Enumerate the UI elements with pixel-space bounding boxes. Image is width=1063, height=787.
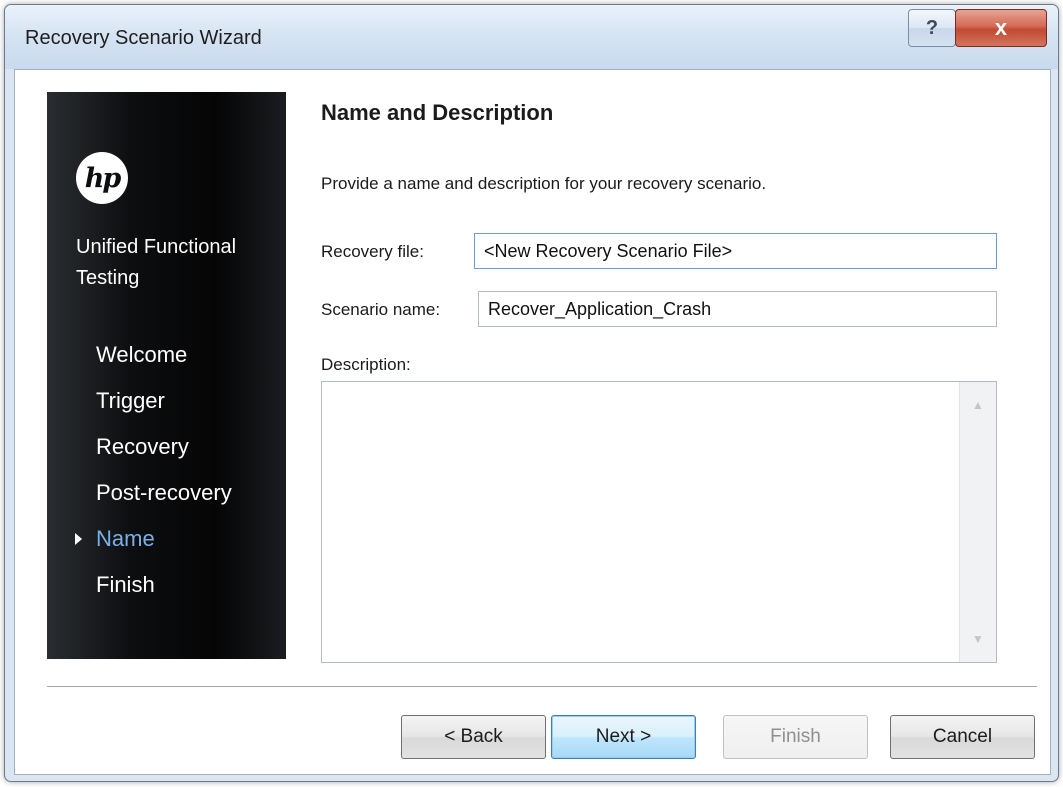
step-label: Recovery [96,434,189,459]
step-trigger: Trigger [47,378,286,424]
step-name: Name [47,516,286,562]
scroll-down-arrow-icon[interactable]: ▼ [972,632,984,646]
back-button[interactable]: < Back [401,715,546,759]
next-button[interactable]: Next > [551,715,696,759]
step-label: Name [96,526,155,551]
finish-button: Finish [723,715,868,759]
button-separator [47,686,1037,688]
product-name: Unified Functional Testing [76,236,237,289]
step-post-recovery: Post-recovery [47,470,286,516]
hp-logo-icon: hp [76,152,128,204]
wizard-steps: Welcome Trigger Recovery Post-recovery N… [47,332,286,608]
window-title: Recovery Scenario Wizard [25,27,262,49]
close-button[interactable]: x [955,9,1047,47]
logo-text: hp [84,162,121,194]
recovery-file-input[interactable] [474,233,997,269]
help-button[interactable]: ? [908,9,956,47]
page-heading: Name and Description [321,100,554,125]
step-label: Welcome [96,342,188,367]
cancel-button[interactable]: Cancel [890,715,1035,759]
wizard-body: hp Unified Functional Testing Welcome Tr… [14,69,1051,775]
step-label: Trigger [96,388,165,413]
step-recovery: Recovery [47,424,286,470]
recovery-file-label: Recovery file: [321,242,424,261]
page-intro: Provide a name and description for your … [321,174,767,193]
close-icon: x [994,15,1008,40]
description-textarea[interactable]: ▲ ▼ [321,381,997,663]
wizard-window: Recovery Scenario Wizard ? x hp Unified … [4,4,1059,782]
scenario-name-input[interactable] [478,291,997,327]
step-label: Finish [96,572,155,597]
help-icon: ? [925,16,939,39]
scroll-up-arrow-icon[interactable]: ▲ [972,398,984,412]
step-label: Post-recovery [96,480,232,505]
step-welcome: Welcome [47,332,286,378]
step-finish: Finish [47,562,286,608]
scenario-name-label: Scenario name: [321,300,441,319]
description-label: Description: [321,355,411,374]
description-scrollbar[interactable]: ▲ ▼ [959,382,996,662]
wizard-sidebar: hp Unified Functional Testing Welcome Tr… [47,92,286,659]
current-step-arrow-icon [75,533,82,545]
title-bar[interactable]: Recovery Scenario Wizard ? x [5,5,1058,69]
